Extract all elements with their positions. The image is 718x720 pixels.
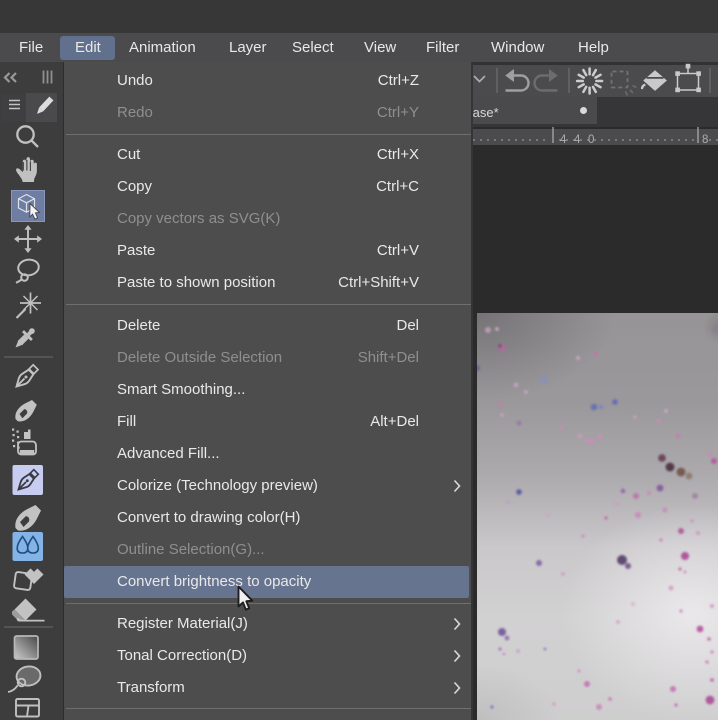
svg-text:4: 4 [560, 134, 567, 145]
svg-text:4: 4 [574, 134, 581, 145]
svg-text:0: 0 [588, 134, 594, 145]
svg-text:8: 8 [702, 134, 708, 145]
